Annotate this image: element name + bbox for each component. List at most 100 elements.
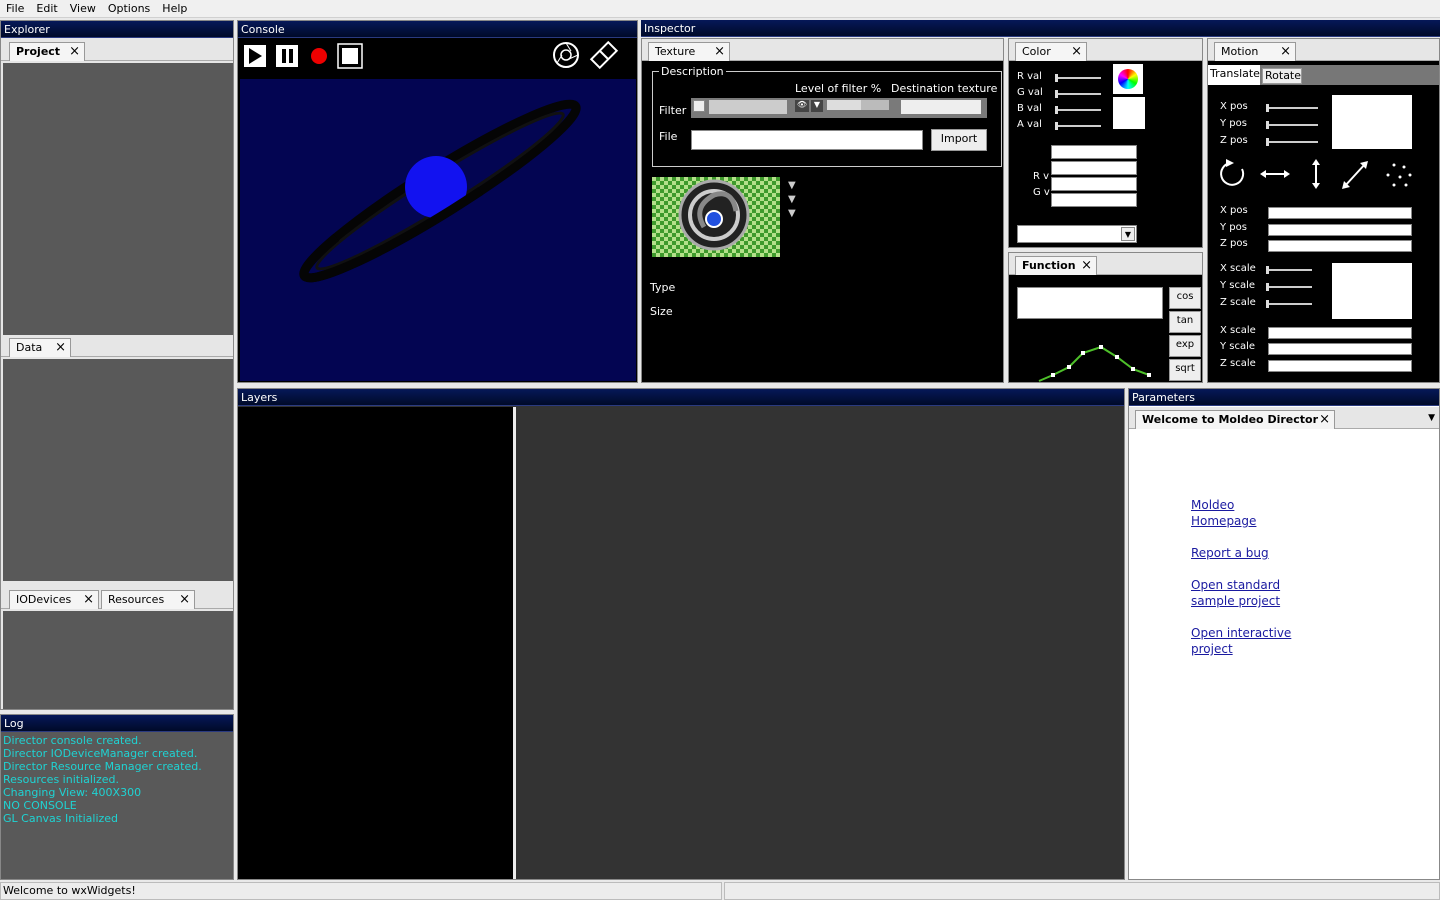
report-bug-link[interactable]: Report a bug — [1191, 545, 1291, 561]
filter-checkbox[interactable] — [693, 100, 705, 112]
chevron-down-icon[interactable]: ▼ — [811, 100, 823, 112]
close-icon[interactable]: × — [714, 43, 725, 60]
file-input[interactable] — [691, 130, 923, 150]
parameters-panel: Parameters Welcome to Moldeo Director × ▼… — [1128, 388, 1440, 880]
color-field[interactable] — [1051, 193, 1137, 207]
x-scale-field[interactable] — [1268, 327, 1412, 339]
record-icon[interactable] — [311, 48, 327, 64]
tab-translate[interactable]: Translate — [1208, 65, 1260, 85]
move-vertical-icon[interactable] — [1312, 159, 1320, 189]
tab-project[interactable]: Project × — [9, 42, 85, 61]
stop-icon[interactable] — [337, 43, 363, 69]
y-scale-field[interactable] — [1268, 343, 1412, 355]
filter-select[interactable] — [709, 100, 787, 114]
pause-icon[interactable] — [276, 45, 298, 67]
tab-function[interactable]: Function × — [1015, 256, 1097, 275]
level-slider[interactable] — [827, 100, 889, 110]
cos-button[interactable]: cos — [1169, 287, 1201, 309]
b-val-slider[interactable] — [1055, 106, 1101, 114]
eye-icon[interactable]: 👁 — [795, 100, 809, 112]
chevron-down-icon[interactable]: ▼ — [788, 207, 796, 221]
shutter-icon[interactable] — [553, 42, 579, 68]
z-scale-field[interactable] — [1268, 360, 1412, 372]
x-pos-slider[interactable] — [1266, 104, 1318, 112]
sqrt-button[interactable]: sqrt — [1169, 359, 1201, 381]
tab-list-dropdown-icon[interactable]: ▼ — [1428, 413, 1435, 423]
tab-texture[interactable]: Texture × — [648, 42, 730, 61]
exp-button[interactable]: exp — [1169, 335, 1201, 357]
close-icon[interactable]: × — [69, 43, 80, 60]
color-select[interactable]: ▼ — [1017, 225, 1137, 243]
menu-file[interactable]: File — [0, 2, 30, 15]
y-pos-slider[interactable] — [1266, 121, 1318, 129]
color-swatch[interactable] — [1113, 97, 1145, 129]
tab-welcome[interactable]: Welcome to Moldeo Director × — [1135, 410, 1335, 429]
console-toolbar — [242, 42, 367, 73]
chevron-down-icon[interactable]: ▼ — [788, 179, 796, 193]
color-field[interactable] — [1051, 161, 1137, 175]
status-bar-secondary — [724, 882, 1440, 900]
close-icon[interactable]: × — [55, 339, 66, 356]
color-field[interactable] — [1051, 145, 1137, 159]
iodevices-tabrow: IODevices × Resources × — [1, 587, 233, 609]
layers-caption: Layers — [238, 389, 1124, 406]
tab-color[interactable]: Color × — [1015, 42, 1087, 61]
moldeo-logo — [678, 179, 750, 251]
menu-edit[interactable]: Edit — [30, 2, 63, 15]
welcome-links: Moldeo Homepage Report a bug Open standar… — [1191, 497, 1291, 657]
scale-preview[interactable] — [1332, 263, 1412, 319]
z-scale-slider[interactable] — [1266, 300, 1312, 308]
close-icon[interactable]: × — [1081, 257, 1092, 274]
rotate-icon[interactable] — [1220, 159, 1245, 186]
menu-help[interactable]: Help — [156, 2, 193, 15]
a-val-slider[interactable] — [1055, 122, 1101, 130]
color-field[interactable] — [1051, 177, 1137, 191]
close-icon[interactable]: × — [83, 591, 94, 608]
tan-button[interactable]: tan — [1169, 311, 1201, 333]
project-tree[interactable] — [3, 63, 233, 349]
chevron-down-icon[interactable]: ▼ — [788, 193, 796, 207]
color-wheel-button[interactable] — [1113, 64, 1143, 94]
z-pos-field[interactable] — [1268, 240, 1412, 252]
import-button[interactable]: Import — [931, 129, 987, 151]
layers-timeline[interactable] — [519, 407, 1124, 879]
scale-diagonal-icon[interactable] — [1342, 161, 1368, 189]
open-interactive-project-link[interactable]: Open interactive project — [1191, 625, 1291, 657]
y-scale-slider[interactable] — [1266, 283, 1312, 291]
z-pos-slider[interactable] — [1266, 138, 1318, 146]
layers-tree[interactable] — [238, 407, 516, 879]
gl-canvas[interactable] — [240, 79, 636, 381]
x-pos-field[interactable] — [1268, 207, 1412, 219]
menu-view[interactable]: View — [64, 2, 102, 15]
z-scale-label: Z scale — [1220, 297, 1256, 308]
tab-rotate[interactable]: Rotate — [1262, 68, 1302, 84]
close-icon[interactable]: × — [179, 591, 190, 608]
close-icon[interactable]: × — [1319, 411, 1330, 428]
translate-preview[interactable] — [1332, 95, 1412, 149]
motion-tabrow: Motion × — [1208, 39, 1439, 61]
tab-resources[interactable]: Resources × — [101, 590, 195, 609]
g-val-slider[interactable] — [1055, 90, 1101, 98]
tab-motion[interactable]: Motion × — [1214, 42, 1296, 61]
function-graph — [1038, 345, 1151, 382]
close-icon[interactable]: × — [1280, 43, 1291, 60]
menu-options[interactable]: Options — [102, 2, 156, 15]
move-horizontal-icon[interactable] — [1260, 170, 1290, 178]
r-val-slider[interactable] — [1055, 74, 1101, 82]
x-scale-slider[interactable] — [1266, 266, 1312, 274]
tab-data[interactable]: Data × — [9, 338, 71, 357]
tab-iodevices[interactable]: IODevices × — [9, 590, 99, 609]
close-icon[interactable]: × — [1071, 43, 1082, 60]
iodevices-tree[interactable] — [3, 611, 233, 709]
function-expression-input[interactable] — [1017, 287, 1163, 319]
open-standard-sample-link[interactable]: Open standard sample project — [1191, 577, 1291, 609]
eraser-icon[interactable] — [589, 40, 619, 70]
play-icon[interactable] — [244, 45, 266, 67]
texture-preview[interactable] — [652, 177, 780, 257]
chevron-down-icon[interactable]: ▼ — [1121, 227, 1135, 241]
y-pos-field[interactable] — [1268, 224, 1412, 236]
data-tree[interactable] — [3, 359, 233, 581]
moldeo-homepage-link[interactable]: Moldeo Homepage — [1191, 497, 1291, 529]
particles-icon[interactable] — [1386, 163, 1412, 187]
destination-field[interactable] — [901, 100, 981, 114]
